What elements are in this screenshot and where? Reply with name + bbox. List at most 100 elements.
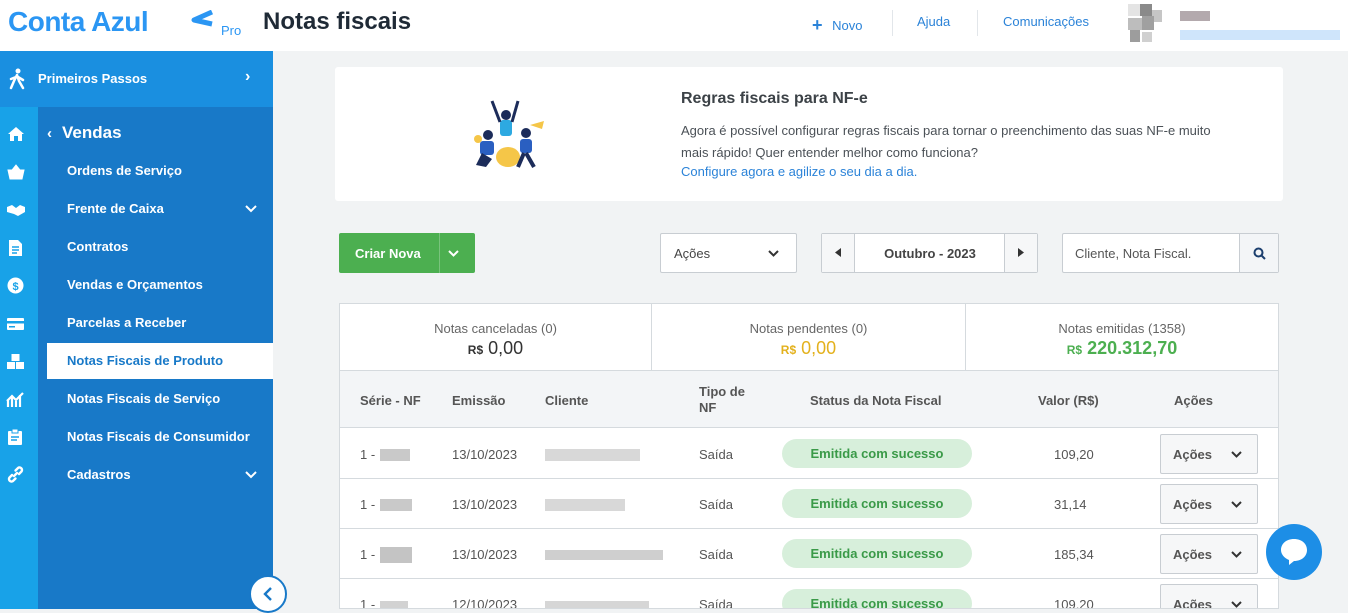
sidebar-item-service-invoices[interactable]: Notas Fiscais de Serviço	[47, 381, 273, 417]
home-icon[interactable]	[7, 126, 25, 142]
chevron-down-icon	[245, 205, 257, 213]
walk-icon	[9, 68, 25, 90]
invoices-table: Série - NF Emissão Cliente Tipo de NF St…	[339, 370, 1279, 609]
divider	[439, 233, 440, 273]
chevron-left-icon: ‹	[47, 125, 52, 142]
page-title: Notas fiscais	[263, 8, 412, 35]
sidebar-item-registrations[interactable]: Cadastros	[47, 457, 273, 493]
invoice-type: Saída	[699, 547, 733, 562]
column-header[interactable]: Emissão	[452, 393, 505, 408]
sidebar-item-consumer-invoices[interactable]: Notas Fiscais de Consumidor	[47, 419, 273, 455]
table-row[interactable]: 1 - 12/10/2023 Saída Emitida com sucesso…	[340, 579, 1278, 609]
clipboard-icon[interactable]	[7, 428, 23, 446]
table-row[interactable]: 1 - 13/10/2023 Saída Emitida com sucesso…	[340, 529, 1278, 579]
sidebar-item-label: Notas Fiscais de Serviço	[67, 391, 221, 406]
row-actions-button[interactable]: Ações	[1160, 484, 1258, 524]
sales-section-header[interactable]: ‹ Vendas	[47, 123, 122, 143]
chevron-right-icon: ›	[245, 68, 251, 85]
card-icon[interactable]	[6, 317, 25, 331]
summary-label: Notas canceladas (0)	[434, 321, 557, 336]
document-icon[interactable]	[8, 239, 23, 257]
new-button[interactable]: + Novo	[812, 14, 863, 35]
boxes-icon[interactable]	[6, 353, 25, 370]
brand-logo[interactable]: Conta Azul	[8, 6, 149, 38]
next-period-button[interactable]	[1004, 234, 1037, 272]
banner-title: Regras fiscais para NF-e	[681, 90, 868, 107]
table-row[interactable]: 1 - 13/10/2023 Saída Emitida com sucesso…	[340, 479, 1278, 529]
search-button[interactable]	[1239, 234, 1278, 272]
column-header[interactable]: Valor (R$)	[1038, 393, 1099, 408]
summary-value: R$ 0,00	[652, 338, 965, 359]
column-header[interactable]: Tipo de NF	[699, 384, 759, 416]
sidebar-item-product-invoices[interactable]: Notas Fiscais de Produto	[47, 343, 273, 379]
status-badge: Emitida com sucesso	[782, 589, 972, 608]
sidebar-item-label: Notas Fiscais de Produto	[67, 353, 224, 368]
dollar-icon[interactable]: $	[7, 277, 24, 294]
redacted-number	[380, 499, 412, 511]
first-steps-item[interactable]: Primeiros Passos ›	[0, 51, 273, 107]
table-row[interactable]: 1 - 13/10/2023 Saída Emitida com sucesso…	[340, 429, 1278, 479]
series-number: 1 -	[360, 597, 376, 609]
sidebar-item-label: Notas Fiscais de Consumidor	[67, 429, 250, 444]
previous-period-button[interactable]	[822, 234, 855, 272]
banner-text: Agora é possível configurar regras fisca…	[681, 123, 1211, 160]
actions-dropdown[interactable]: Ações	[660, 233, 797, 273]
issue-date: 13/10/2023	[452, 497, 518, 512]
summary-cancelled: Notas canceladas (0) R$ 0,00	[340, 304, 652, 370]
caret-left-icon	[835, 248, 841, 257]
invoice-value: 31,14	[1054, 497, 1087, 512]
sidebar-item-cashier[interactable]: Frente de Caixa	[47, 191, 273, 227]
issue-date: 13/10/2023	[452, 547, 518, 562]
invoice-value: 109,20	[1054, 597, 1094, 609]
row-actions-label: Ações	[1173, 447, 1213, 462]
summary-issued: Notas emitidas (1358) R$ 220.312,70	[966, 304, 1278, 370]
search-input[interactable]	[1063, 234, 1239, 272]
basket-icon[interactable]	[7, 164, 25, 180]
chat-button[interactable]	[1266, 524, 1322, 580]
user-name-redacted	[1180, 11, 1210, 21]
redacted-client	[545, 601, 649, 608]
communications-link[interactable]: Comunicações	[1003, 14, 1089, 29]
row-actions-label: Ações	[1173, 547, 1213, 562]
sidebar-item-label: Cadastros	[67, 467, 131, 482]
divider	[977, 10, 978, 36]
invoice-type: Saída	[699, 447, 733, 462]
summary-label: Notas pendentes (0)	[749, 321, 868, 336]
search-box	[1062, 233, 1279, 273]
column-header[interactable]: Cliente	[545, 393, 588, 408]
sidebar-item-receivables[interactable]: Parcelas a Receber	[47, 305, 273, 341]
chevron-down-icon	[1231, 601, 1242, 608]
link-icon[interactable]	[7, 466, 24, 483]
row-actions-button[interactable]: Ações	[1160, 434, 1258, 474]
chevron-left-icon	[263, 587, 272, 601]
chart-icon[interactable]	[6, 391, 25, 408]
summary-value: R$ 0,00	[340, 338, 651, 359]
avatar[interactable]	[1128, 4, 1168, 44]
sidebar-item-label: Parcelas a Receber	[67, 315, 187, 330]
create-new-button[interactable]: Criar Nova	[339, 233, 475, 273]
chat-bubble-icon	[1281, 539, 1307, 565]
row-actions-button[interactable]: Ações	[1160, 584, 1258, 608]
row-actions-button[interactable]: Ações	[1160, 534, 1258, 574]
banner-link[interactable]: Configure agora e agilize o seu dia a di…	[681, 164, 917, 179]
celebration-illustration	[474, 100, 544, 168]
column-header[interactable]: Série - NF	[360, 393, 421, 408]
fiscal-rules-banner: Regras fiscais para NF-e Agora é possíve…	[335, 67, 1283, 201]
status-badge: Emitida com sucesso	[782, 489, 972, 518]
currency-label: R$	[780, 343, 797, 357]
series-number: 1 -	[360, 447, 376, 462]
collapse-sidebar-button[interactable]	[249, 575, 287, 613]
redacted-number	[380, 449, 410, 461]
sidebar-item-contracts[interactable]: Contratos	[47, 229, 273, 265]
redacted-client	[545, 499, 625, 511]
period-label[interactable]: Outubro - 2023	[855, 246, 1005, 261]
column-header[interactable]: Status da Nota Fiscal	[810, 393, 941, 408]
sidebar-item-label: Ordens de Serviço	[67, 163, 182, 178]
period-selector: Outubro - 2023	[821, 233, 1038, 273]
currency-label: R$	[1066, 343, 1083, 357]
sidebar-item-service-orders[interactable]: Ordens de Serviço	[47, 153, 273, 189]
sidebar-item-sales-quotes[interactable]: Vendas e Orçamentos	[47, 267, 273, 303]
handshake-icon[interactable]	[6, 203, 26, 217]
summary-pending: Notas pendentes (0) R$ 0,00	[652, 304, 966, 370]
help-link[interactable]: Ajuda	[917, 14, 950, 29]
